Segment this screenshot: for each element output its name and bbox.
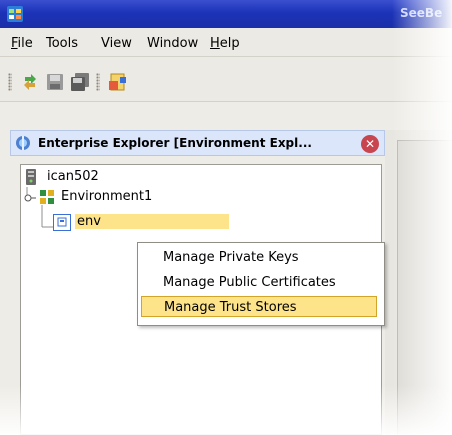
window-title: SeeBe (400, 6, 443, 20)
configure-icon[interactable] (108, 72, 128, 92)
menu-tools-label: Tools (46, 36, 79, 51)
collapse-icon[interactable] (23, 191, 37, 205)
save-all-icon[interactable] (70, 72, 90, 92)
menu-view-label: View (101, 36, 132, 51)
menu-window-label: Window (147, 36, 199, 51)
toolbar-grip[interactable] (8, 73, 12, 91)
toolbar-grip-2[interactable] (96, 73, 100, 91)
menu-bar: File Tools View Window Help (0, 28, 452, 56)
explorer-icon (16, 136, 30, 150)
app-logo-icon (7, 6, 23, 22)
menu-file-label: ile (17, 36, 33, 51)
tree-item-label: Environment1 (61, 189, 153, 204)
panel-header[interactable]: Enterprise Explorer [Environment Expl...… (10, 130, 385, 156)
application-window: SeeBe File Tools View Window Help Enterp… (0, 0, 452, 435)
menu-help-mnemonic: H (210, 36, 220, 51)
menu-tools[interactable]: Tools (46, 36, 78, 51)
menu-window[interactable]: Window (147, 36, 198, 51)
toolbar (0, 56, 452, 102)
menu-file[interactable]: File (11, 36, 33, 51)
tree-item-label: env (75, 214, 229, 229)
refresh-icon[interactable] (20, 72, 40, 92)
menu-help-label: elp (219, 36, 240, 51)
menu-item-manage-private-keys[interactable]: Manage Private Keys (141, 247, 377, 268)
context-menu: Manage Private Keys Manage Public Certif… (137, 242, 385, 326)
save-icon[interactable] (45, 72, 65, 92)
object-icon (53, 214, 71, 231)
menu-view[interactable]: View (101, 36, 132, 51)
menu-item-manage-public-certificates[interactable]: Manage Public Certificates (141, 272, 377, 293)
title-bar[interactable]: SeeBe (0, 0, 452, 28)
close-icon[interactable]: ✕ (361, 135, 379, 153)
server-icon (26, 169, 36, 185)
tree-item-label: ican502 (47, 169, 99, 184)
environment-icon (40, 190, 54, 204)
panel-title: Enterprise Explorer [Environment Expl... (38, 136, 312, 150)
menu-item-manage-trust-stores[interactable]: Manage Trust Stores (141, 296, 377, 317)
menu-help[interactable]: Help (210, 36, 240, 51)
editor-area[interactable] (385, 130, 452, 435)
editor-pane[interactable] (397, 140, 452, 435)
